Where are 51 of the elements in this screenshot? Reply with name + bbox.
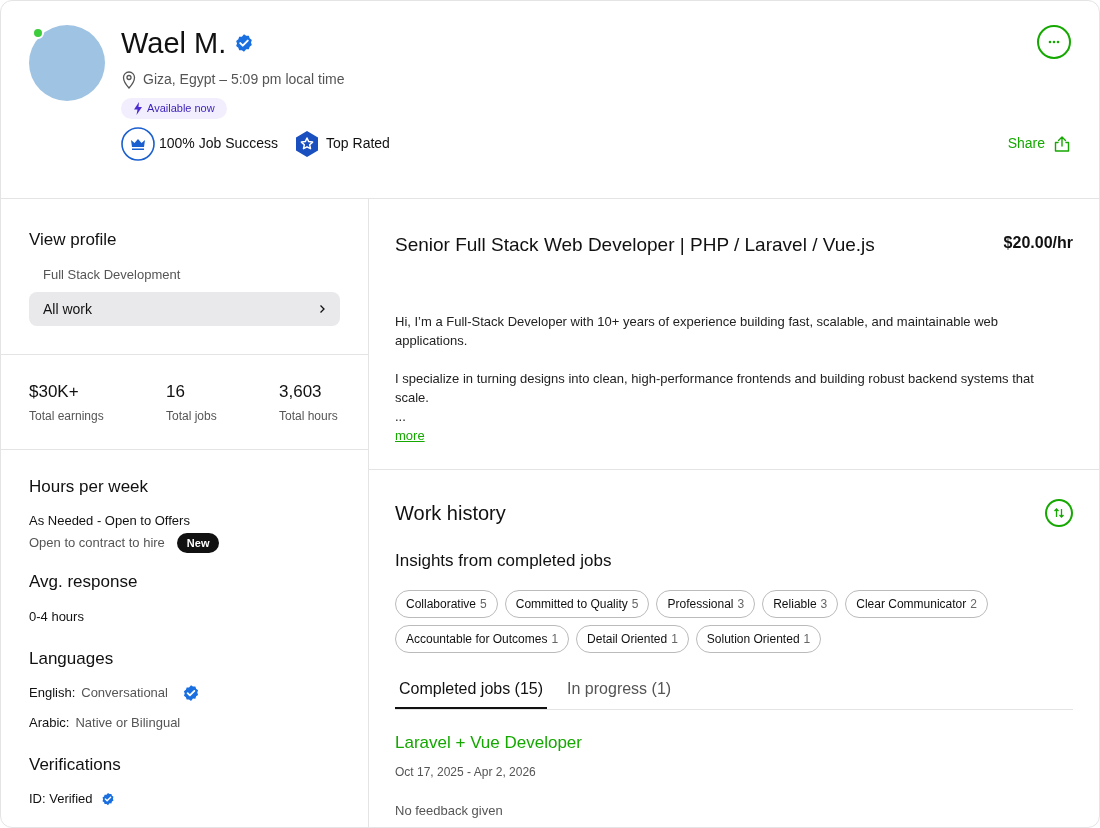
bio-paragraph: ... [395,407,407,426]
crown-icon [121,126,155,161]
sort-button[interactable] [1045,499,1073,527]
bio-paragraph: Hi, I’m a Full-Stack Developer with 10+ years of experience building fast, scalable, and maintainable web applications. [395,312,999,350]
section-title: Avg. response [29,571,139,593]
language-name: English: [29,683,76,702]
profile-name: Wael M. [121,26,227,61]
language-level: Conversational [81,683,168,702]
section-title: Work history [395,501,506,526]
lightning-icon [133,101,143,115]
section-title: Hours per week [29,475,150,498]
availability-badge: Available now [121,98,227,119]
verified-badge-icon [100,791,115,806]
contract-text: Open to contract to hire [29,534,165,552]
job-feedback: No feedback given [395,802,504,820]
star-icon [294,129,321,158]
stat-value: $30K+ [29,381,80,403]
section-title: Languages [29,648,115,670]
stat-label: Total jobs [166,407,218,425]
sidebar-item[interactable]: All work [29,292,340,326]
chevron-right-icon [318,304,326,314]
more-options-button[interactable] [1037,25,1071,59]
location-text: Giza, Egypt – 5:09 pm local time [143,70,345,89]
ellipsis-icon [1048,40,1060,44]
new-badge: New [176,532,220,553]
job-dates: Oct 17, 2025 - Apr 2, 2026 [395,764,537,781]
badge-label: 100% Job Success [159,134,279,153]
share-icon [1053,134,1071,153]
stat-value: 16 [166,381,186,403]
tab[interactable]: In progress (1) [563,676,676,709]
stat-value: 3,603 [279,381,323,403]
profile-headline: Senior Full Stack Web Developer | PHP / Laravel / Vue.js [395,233,875,257]
response-value: 0-4 hours [29,607,85,626]
verified-badge-icon [181,683,200,702]
language-name: Arabic: [29,713,70,732]
sort-arrows-icon [1053,507,1065,519]
language-level: Native or Bilingual [75,713,181,732]
insights-title: Insights from completed jobs [395,550,613,572]
verification-text: ID: Verified [29,790,93,808]
hours-value: As Needed - Open to Offers [29,512,191,530]
location-pin-icon [121,70,137,89]
tab[interactable]: Completed jobs (15) [395,676,548,709]
section-title: Verifications [29,753,122,776]
bio-paragraph: I specialize in turning designs into clean, high-performance frontends and building robust backend systems that scale. [395,369,1035,407]
verified-badge-icon [234,33,255,53]
category-label: Full Stack Development [42,265,182,284]
hourly-rate: $20.00/hr [1003,233,1073,253]
badge-label: Top Rated [326,134,390,153]
stat-label: Total hours [279,407,339,425]
section-title: View profile [29,229,118,251]
stat-label: Total earnings [29,407,105,425]
